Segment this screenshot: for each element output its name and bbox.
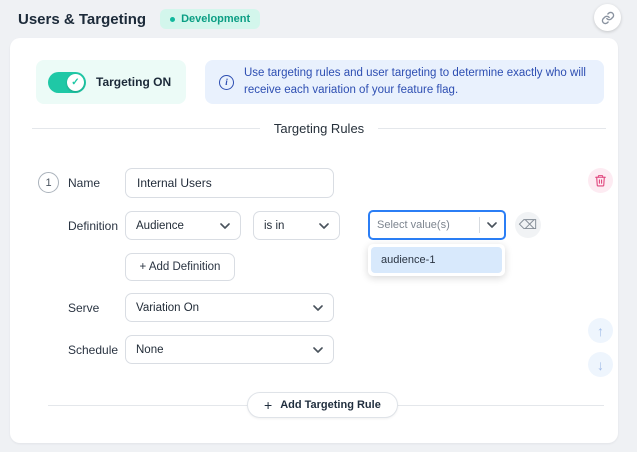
- targeting-rules-divider: Targeting Rules: [32, 119, 606, 137]
- divider-line-left: [32, 128, 260, 129]
- environment-dot-icon: [170, 17, 175, 22]
- name-label: Name: [68, 176, 100, 190]
- topbar: Users & Targeting Development: [0, 0, 637, 38]
- schedule-select-value: None: [136, 344, 164, 356]
- move-rule-up-button[interactable]: ↑: [588, 318, 613, 343]
- rule-index-badge: 1: [38, 172, 59, 193]
- link-icon: [601, 11, 615, 25]
- serve-select[interactable]: Variation On: [125, 293, 334, 322]
- environment-badge-label: Development: [181, 13, 250, 25]
- move-rule-down-button[interactable]: ↓: [588, 352, 613, 377]
- chevron-down-icon: [487, 222, 497, 228]
- values-search-input[interactable]: [377, 219, 479, 231]
- page-title: Users & Targeting: [18, 11, 146, 28]
- arrow-down-icon: ↓: [597, 357, 604, 373]
- schedule-label: Schedule: [68, 343, 118, 357]
- rule-name-input[interactable]: [125, 168, 334, 198]
- operator-select[interactable]: is in: [253, 211, 340, 240]
- serve-label: Serve: [68, 301, 99, 315]
- multiselect-caret[interactable]: [480, 222, 504, 228]
- operator-select-value: is in: [264, 220, 284, 232]
- definition-label: Definition: [68, 219, 118, 233]
- plus-icon: +: [264, 398, 272, 412]
- targeting-rules-heading: Targeting Rules: [274, 121, 364, 136]
- values-multiselect[interactable]: [368, 210, 506, 240]
- targeting-toggle-label: Targeting ON: [96, 75, 171, 89]
- divider-line-right: [378, 128, 606, 129]
- copy-link-button[interactable]: [594, 4, 621, 31]
- trash-icon: [594, 174, 607, 187]
- values-dropdown-menu: audience-1: [368, 244, 505, 276]
- users-targeting-page: Users & Targeting Development ✓ Targetin…: [0, 0, 637, 452]
- property-select-value: Audience: [136, 220, 184, 232]
- arrow-up-icon: ↑: [597, 323, 604, 339]
- toggle-check-icon: ✓: [67, 74, 84, 91]
- chevron-down-icon: [313, 305, 323, 311]
- chevron-down-icon: [220, 223, 230, 229]
- add-definition-button[interactable]: + Add Definition: [125, 253, 235, 281]
- backspace-icon: ⌫: [519, 217, 537, 233]
- info-banner: i Use targeting rules and user targeting…: [205, 60, 604, 104]
- add-targeting-rule-button[interactable]: + Add Targeting Rule: [247, 392, 398, 418]
- clear-values-button[interactable]: ⌫: [515, 212, 541, 238]
- property-select[interactable]: Audience: [125, 211, 241, 240]
- environment-badge: Development: [160, 9, 260, 29]
- chevron-down-icon: [313, 347, 323, 353]
- info-banner-text: Use targeting rules and user targeting t…: [244, 65, 590, 98]
- chevron-down-icon: [319, 223, 329, 229]
- targeting-toggle[interactable]: ✓: [48, 72, 86, 93]
- targeting-card: ✓ Targeting ON i Use targeting rules and…: [10, 38, 618, 443]
- dropdown-option-audience-1[interactable]: audience-1: [371, 247, 502, 273]
- info-icon: i: [219, 75, 234, 90]
- serve-select-value: Variation On: [136, 302, 199, 314]
- schedule-select[interactable]: None: [125, 335, 334, 364]
- delete-rule-button[interactable]: [588, 168, 613, 193]
- add-targeting-rule-label: Add Targeting Rule: [280, 399, 381, 411]
- targeting-toggle-box: ✓ Targeting ON: [36, 60, 186, 104]
